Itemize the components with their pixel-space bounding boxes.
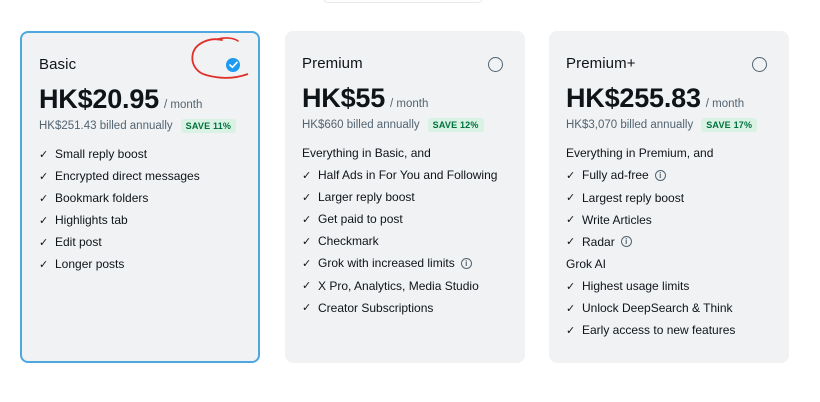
- feature-label: Longer posts: [55, 257, 125, 271]
- feature-label: Largest reply boost: [582, 190, 685, 205]
- feature-label: Write Articles: [582, 212, 652, 227]
- feature-label: Encrypted direct messages: [55, 169, 200, 183]
- save-badge: SAVE 11%: [180, 119, 237, 133]
- price-row: HK$255.83 / month: [566, 83, 772, 114]
- plan-card-content: Premium HK$55 / month HK$660 billed annu…: [302, 55, 508, 319]
- feature-heading: Grok AI: [566, 257, 607, 271]
- feature-item: ✓ Checkmark: [302, 230, 508, 252]
- plan-card-premium[interactable]: Premium HK$55 / month HK$660 billed annu…: [285, 31, 525, 363]
- billed-annually-text: HK$3,070 billed annually: [566, 119, 694, 131]
- check-icon: ✓: [302, 191, 312, 204]
- feature-item: ✓ Highlights tab: [39, 209, 241, 231]
- feature-label: Bookmark folders: [55, 191, 149, 205]
- plan-card-premium-plus[interactable]: Premium+ HK$255.83 / month HK$3,070 bill…: [549, 31, 789, 363]
- save-badge: SAVE 17%: [701, 118, 758, 132]
- feature-item: ✓ Radar i: [566, 231, 772, 254]
- feature-label: Small reply boost: [55, 147, 148, 161]
- save-badge: SAVE 12%: [427, 118, 484, 132]
- feature-label: X Pro, Analytics, Media Studio: [318, 278, 479, 293]
- check-icon: ✓: [39, 192, 49, 205]
- top-tab-fragment: [323, 0, 483, 3]
- check-icon: ✓: [39, 236, 49, 249]
- feature-item: ✓ Edit post: [39, 231, 241, 253]
- check-icon: ✓: [302, 257, 312, 270]
- check-icon: ✓: [302, 213, 312, 226]
- plan-price: HK$255.83: [566, 83, 701, 113]
- feature-item: ✓ Write Articles: [566, 209, 772, 231]
- plan-radio[interactable]: [752, 57, 767, 72]
- check-icon: ✓: [566, 214, 576, 226]
- feature-label: Checkmark: [318, 234, 379, 248]
- plan-name: Premium+: [566, 55, 636, 72]
- feature-item: ✓ Unlock DeepSearch & Think: [566, 297, 772, 319]
- price-row: HK$20.95 / month: [39, 84, 241, 115]
- feature-label: Edit post: [55, 235, 102, 249]
- feature-label: Half Ads in For You and Following: [318, 168, 498, 182]
- check-icon: ✓: [566, 192, 576, 204]
- check-icon: ✓: [566, 324, 576, 337]
- feature-item: ✓ Creator Subscriptions: [302, 297, 508, 319]
- feature-label: Creator Subscriptions: [318, 300, 434, 315]
- feature-list: ✓ Small reply boost ✓ Encrypted direct mes…: [39, 143, 241, 275]
- feature-label: Highlights tab: [55, 213, 128, 227]
- feature-item: ✓ Encrypted direct messages: [39, 165, 241, 187]
- annotation-scribble-icon: [191, 37, 249, 79]
- feature-item: ✓ Highest usage limits: [566, 275, 772, 297]
- feature-item: ✓ Small reply boost: [39, 143, 241, 165]
- feature-heading: Everything in Basic, and: [302, 146, 431, 160]
- billing-row: HK$251.43 billed annually SAVE 11%: [39, 119, 241, 133]
- feature-heading: Everything in Premium, and: [566, 146, 714, 160]
- check-icon: ✓: [39, 258, 49, 271]
- check-icon: ✓: [566, 280, 576, 293]
- plan-price: HK$20.95: [39, 84, 159, 114]
- billing-row: HK$660 billed annually SAVE 12%: [302, 118, 508, 132]
- check-icon: ✓: [302, 235, 312, 248]
- price-period: / month: [163, 99, 203, 111]
- feature-item: ✓ Larger reply boost: [302, 186, 508, 208]
- billed-annually-text: HK$251.43 billed annually: [39, 120, 173, 132]
- price-period: / month: [705, 98, 745, 110]
- feature-label: Highest usage limits: [582, 279, 690, 293]
- check-icon: ✓: [566, 302, 576, 315]
- feature-item: ✓ X Pro, Analytics, Media Studio: [302, 275, 508, 297]
- feature-item: ✓ Fully ad-free i: [566, 164, 772, 187]
- check-icon: ✓: [302, 280, 312, 292]
- feature-label: Unlock DeepSearch & Think: [582, 301, 733, 315]
- feature-label: Get paid to post: [318, 212, 403, 226]
- price-row: HK$55 / month: [302, 83, 508, 114]
- price-period: / month: [390, 98, 429, 110]
- info-icon[interactable]: i: [460, 257, 472, 269]
- check-icon: ✓: [302, 302, 312, 314]
- feature-label: Fully ad-free: [582, 168, 649, 183]
- check-icon: ✓: [39, 170, 49, 183]
- feature-item: ✓ Longer posts: [39, 253, 241, 275]
- plan-card-content: Premium+ HK$255.83 / month HK$3,070 bill…: [566, 55, 772, 341]
- check-icon: ✓: [566, 169, 576, 182]
- plan-radio[interactable]: [488, 57, 503, 72]
- check-icon: ✓: [39, 148, 49, 161]
- check-icon: ✓: [302, 169, 312, 182]
- feature-list: Everything in Premium, and ✓ Fully ad-fre…: [566, 142, 772, 341]
- feature-item: ✓ Get paid to post: [302, 208, 508, 230]
- feature-item: ✓ Bookmark folders: [39, 187, 241, 209]
- feature-list: Everything in Basic, and ✓ Half Ads in Fo…: [302, 142, 508, 319]
- feature-label: Radar: [582, 234, 615, 249]
- feature-item: ✓ Largest reply boost: [566, 187, 772, 209]
- feature-label: Larger reply boost: [318, 190, 415, 204]
- plan-price: HK$55: [302, 83, 386, 113]
- check-icon: ✓: [39, 214, 49, 227]
- billing-row: HK$3,070 billed annually SAVE 17%: [566, 118, 772, 132]
- feature-label: Early access to new features: [582, 323, 736, 337]
- feature-item: ✓ Grok with increased limits i: [302, 252, 508, 275]
- billed-annually-text: HK$660 billed annually: [302, 119, 420, 131]
- check-icon: ✓: [566, 236, 576, 249]
- feature-item: ✓ Early access to new features: [566, 319, 772, 341]
- info-icon[interactable]: i: [620, 236, 632, 248]
- feature-label: Grok with increased limits: [318, 256, 455, 271]
- info-icon[interactable]: i: [654, 169, 666, 181]
- feature-item: ✓ Half Ads in For You and Following: [302, 164, 508, 186]
- plan-card-content: Basic HK$20.95 / month HK$251.43 billed …: [39, 56, 241, 275]
- plan-name: Premium: [302, 55, 363, 72]
